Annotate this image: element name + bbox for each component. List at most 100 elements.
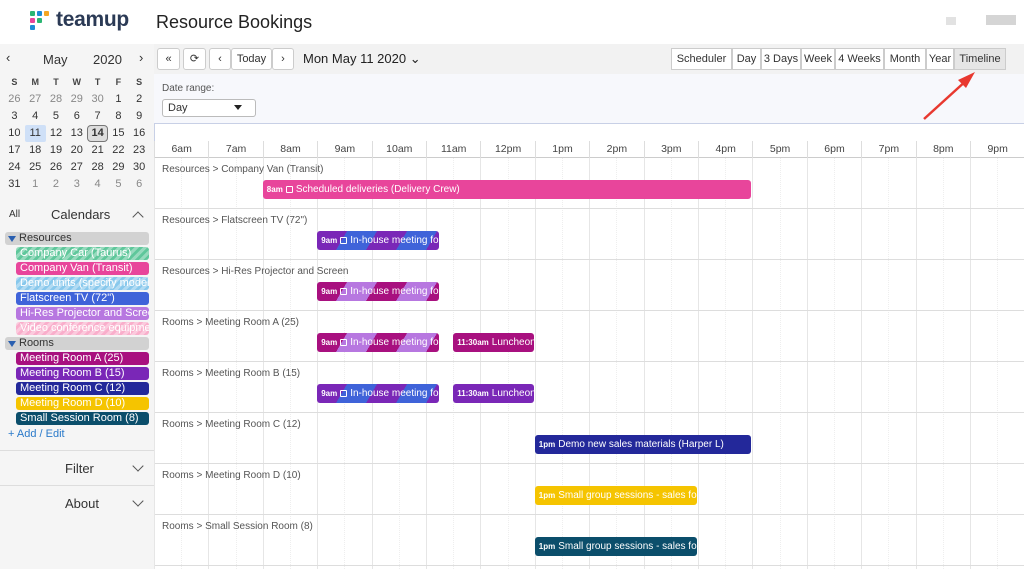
view-day[interactable]: Day	[732, 48, 761, 70]
mini-day[interactable]: 29	[66, 91, 87, 108]
mini-day[interactable]: 4	[87, 176, 108, 193]
mini-day[interactable]: 18	[25, 142, 46, 159]
mini-day[interactable]: 8	[108, 108, 129, 125]
mini-day[interactable]: 23	[129, 142, 150, 159]
prev-month-icon[interactable]: ‹	[6, 50, 10, 65]
view-scheduler[interactable]: Scheduler	[671, 48, 732, 70]
mini-day[interactable]: 20	[66, 142, 87, 159]
next-month-icon[interactable]: ›	[139, 50, 143, 65]
mini-day[interactable]: 4	[25, 108, 46, 125]
add-edit-calendars-link[interactable]: + Add / Edit	[8, 428, 65, 440]
mini-day[interactable]: 24	[4, 159, 25, 176]
event-bar[interactable]: 11:30am Luncheon	[453, 384, 534, 403]
calendar-item[interactable]: Meeting Room A (25)	[16, 352, 149, 365]
mini-calendar: S M T W T F S 26 27 28 29 30 1 2 3 4 5 6 7 8 9 10 11 12 13 14 15 16…	[4, 74, 150, 193]
calendar-item[interactable]: Flatscreen TV (72")	[16, 292, 149, 305]
chevron-up-icon[interactable]	[132, 211, 144, 223]
mini-day[interactable]: 17	[4, 142, 25, 159]
mini-day[interactable]: 28	[87, 159, 108, 176]
caret-down-icon	[234, 105, 242, 110]
mini-day[interactable]: 1	[108, 91, 129, 108]
event-bar[interactable]: 9am In-house meeting for	[317, 333, 439, 352]
mini-day[interactable]: 12	[46, 125, 67, 142]
mini-day[interactable]: 26	[4, 91, 25, 108]
mini-day[interactable]: 21	[87, 142, 108, 159]
view-week[interactable]: Week	[801, 48, 835, 70]
mini-day[interactable]: 3	[4, 108, 25, 125]
mini-day[interactable]: 2	[129, 91, 150, 108]
mini-day[interactable]: 29	[108, 159, 129, 176]
mini-day[interactable]: 6	[66, 108, 87, 125]
calendar-group[interactable]: Resources	[5, 232, 149, 245]
jump-back-icon[interactable]: «	[157, 48, 180, 70]
mini-day[interactable]: 5	[46, 108, 67, 125]
filter-section[interactable]: Filter	[0, 450, 154, 484]
mini-day[interactable]: 30	[87, 91, 108, 108]
brand-name[interactable]: teamup	[56, 8, 129, 32]
mini-day[interactable]: 1	[25, 176, 46, 193]
calendar-item[interactable]: Hi-Res Projector and Screen	[16, 307, 149, 320]
logo-square	[44, 11, 49, 16]
event-title: In-house meeting for	[350, 286, 439, 297]
calendar-item[interactable]: Company Van (Transit)	[16, 262, 149, 275]
calendar-item[interactable]: Meeting Room B (15)	[16, 367, 149, 380]
calendar-item[interactable]: Meeting Room D (10)	[16, 397, 149, 410]
header-user-icon[interactable]	[946, 17, 956, 25]
mini-day[interactable]: 6	[129, 176, 150, 193]
mini-day[interactable]: 3	[66, 176, 87, 193]
mini-day[interactable]: 31	[4, 176, 25, 193]
date-range-select[interactable]: Day	[162, 99, 256, 117]
header-user-menu[interactable]	[986, 15, 1016, 25]
mini-day[interactable]: 22	[108, 142, 129, 159]
event-bar[interactable]: 9am In-house meeting for	[317, 282, 439, 301]
view-month[interactable]: Month	[884, 48, 926, 70]
teamup-logo-icon[interactable]	[30, 11, 52, 31]
prev-day-icon[interactable]: ‹	[209, 48, 231, 70]
view-year[interactable]: Year	[926, 48, 954, 70]
next-day-icon[interactable]: ›	[272, 48, 294, 70]
view-4-weeks[interactable]: 4 Weeks	[835, 48, 884, 70]
mini-day[interactable]: 13	[66, 125, 87, 142]
calendar-item[interactable]: Small Session Room (8)	[16, 412, 149, 425]
repeat-icon	[285, 186, 293, 193]
mini-day[interactable]: 15	[108, 125, 129, 142]
refresh-icon[interactable]: ⟳	[183, 48, 206, 70]
mini-day[interactable]: 28	[46, 91, 67, 108]
mini-day[interactable]: 27	[66, 159, 87, 176]
mini-day[interactable]: 5	[108, 176, 129, 193]
mini-day[interactable]: 9	[129, 108, 150, 125]
calendar-item[interactable]: Demo units (specify model)	[16, 277, 149, 290]
calendar-item[interactable]: Meeting Room C (12)	[16, 382, 149, 395]
event-bar[interactable]: 1pm Demo new sales materials (Harper L)	[534, 435, 752, 454]
event-bar[interactable]: 11:30am Luncheon	[453, 333, 534, 352]
calendar-group[interactable]: Rooms	[5, 337, 149, 350]
mini-day[interactable]: 30	[129, 159, 150, 176]
mini-day[interactable]: 7	[87, 108, 108, 125]
view-timeline[interactable]: Timeline	[954, 48, 1006, 70]
event-bar[interactable]: 1pm Small group sessions - sales focus	[534, 537, 697, 556]
hour-label: 1pm	[534, 141, 589, 158]
mini-year[interactable]: 2020	[93, 52, 122, 67]
mini-day[interactable]: 14	[87, 125, 108, 142]
mini-day[interactable]: 11	[24, 125, 46, 142]
all-calendars-toggle[interactable]: All	[9, 209, 20, 220]
event-bar[interactable]: 8am Scheduled deliveries (Delivery Crew)	[262, 180, 752, 199]
mini-day[interactable]: 25	[25, 159, 46, 176]
mini-day[interactable]: 10	[4, 125, 25, 142]
event-bar[interactable]: 9am In-house meeting for	[317, 231, 439, 250]
mini-day[interactable]: 16	[129, 125, 150, 142]
event-bar[interactable]: 9am In-house meeting for	[317, 384, 439, 403]
about-section[interactable]: About	[0, 485, 154, 519]
view-3-days[interactable]: 3 Days	[761, 48, 801, 70]
mini-month[interactable]: May	[43, 52, 68, 67]
date-picker[interactable]: Mon May 11 2020 ⌄	[303, 51, 421, 67]
event-bar[interactable]: 1pm Small group sessions - sales focus	[534, 486, 697, 505]
calendar-item[interactable]: Company Car (Taurus)	[16, 247, 149, 260]
mini-day[interactable]: 2	[46, 176, 67, 193]
mini-day[interactable]: 27	[25, 91, 46, 108]
calendars-title[interactable]: Calendars	[51, 207, 110, 222]
calendar-item[interactable]: Video conference equipment	[16, 322, 149, 335]
today-button[interactable]: Today	[231, 48, 272, 70]
mini-day[interactable]: 19	[46, 142, 67, 159]
mini-day[interactable]: 26	[46, 159, 67, 176]
